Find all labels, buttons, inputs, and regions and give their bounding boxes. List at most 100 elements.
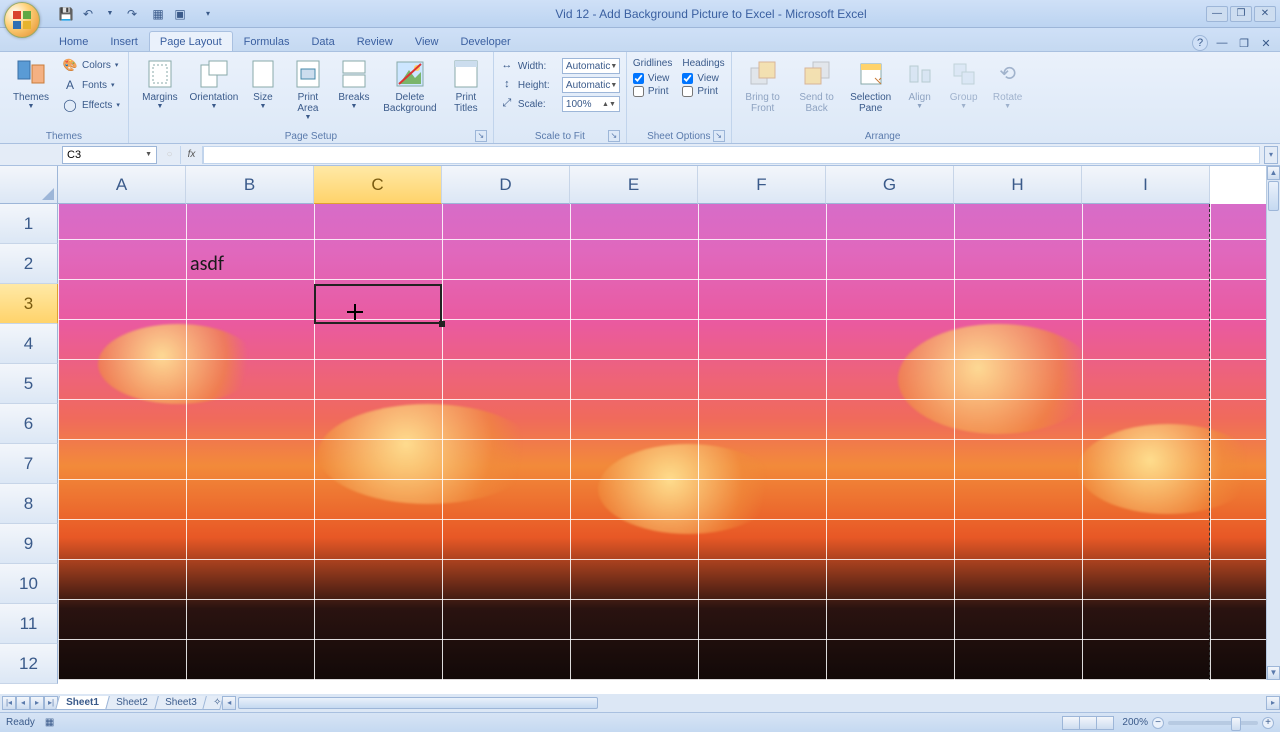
scroll-right-button[interactable]: ▸ xyxy=(1266,696,1280,710)
size-button[interactable]: Size▼ xyxy=(243,54,283,111)
formula-bar-expand[interactable]: ▾ xyxy=(1264,146,1278,164)
office-button[interactable] xyxy=(0,0,44,28)
cell-B2[interactable]: asdf xyxy=(190,252,224,276)
row-header-12[interactable]: 12 xyxy=(0,644,58,684)
row-header-5[interactable]: 5 xyxy=(0,364,58,404)
tab-page-layout[interactable]: Page Layout xyxy=(149,31,233,51)
column-header-B[interactable]: B xyxy=(186,166,314,204)
headings-print-checkbox[interactable]: Print xyxy=(682,86,724,97)
qat-custom2-icon[interactable]: ▣ xyxy=(172,6,188,22)
delete-background-button[interactable]: Delete Background xyxy=(379,54,441,114)
tab-data[interactable]: Data xyxy=(300,31,345,51)
cancel-icon[interactable]: ○ xyxy=(159,146,181,164)
themes-button[interactable]: Themes ▼ xyxy=(6,54,56,111)
hscroll-thumb[interactable] xyxy=(238,697,598,709)
scroll-down-button[interactable]: ▼ xyxy=(1267,666,1280,680)
scroll-left-button[interactable]: ◂ xyxy=(222,696,236,710)
undo-menu-icon[interactable]: ▼ xyxy=(102,6,118,22)
qat-custom1-icon[interactable]: ▦ xyxy=(150,6,166,22)
vscroll-thumb[interactable] xyxy=(1268,181,1279,211)
page-break-view-button[interactable] xyxy=(1096,716,1114,730)
column-header-D[interactable]: D xyxy=(442,166,570,204)
sheet-tab-1[interactable]: Sheet1 xyxy=(55,696,110,710)
row-header-1[interactable]: 1 xyxy=(0,204,58,244)
redo-icon[interactable]: ↷ xyxy=(124,6,140,22)
ribbon-restore-button[interactable]: ❐ xyxy=(1236,35,1252,51)
margins-button[interactable]: Margins▼ xyxy=(135,54,185,111)
orientation-button[interactable]: Orientation▼ xyxy=(189,54,239,111)
scroll-up-button[interactable]: ▲ xyxy=(1267,166,1280,180)
scale-launcher[interactable]: ↘ xyxy=(608,130,620,142)
row-header-4[interactable]: 4 xyxy=(0,324,58,364)
tab-developer[interactable]: Developer xyxy=(449,31,521,51)
vertical-scrollbar[interactable]: ▲ ▼ xyxy=(1266,166,1280,680)
horizontal-scrollbar[interactable]: ◂ ▸ xyxy=(222,696,1280,710)
row-header-3[interactable]: 3 xyxy=(0,284,58,324)
page-layout-view-button[interactable] xyxy=(1079,716,1097,730)
tab-nav-prev[interactable]: ◂ xyxy=(16,696,30,710)
help-button[interactable]: ? xyxy=(1192,35,1208,51)
sheet-tab-3[interactable]: Sheet3 xyxy=(154,696,207,710)
row-header-6[interactable]: 6 xyxy=(0,404,58,444)
headings-view-checkbox[interactable]: View xyxy=(682,73,724,84)
new-sheet-button[interactable]: ✧ xyxy=(202,696,224,710)
zoom-level[interactable]: 200% xyxy=(1122,717,1148,728)
maximize-button[interactable]: ❐ xyxy=(1230,6,1252,22)
fill-handle[interactable] xyxy=(439,321,445,327)
row-header-7[interactable]: 7 xyxy=(0,444,58,484)
width-field[interactable]: Automatic▼ xyxy=(562,58,620,74)
effects-button[interactable]: ◯Effects ▾ xyxy=(60,96,122,114)
fonts-button[interactable]: AFonts ▾ xyxy=(60,76,122,94)
column-header-H[interactable]: H xyxy=(954,166,1082,204)
column-header-A[interactable]: A xyxy=(58,166,186,204)
ribbon-close-button[interactable]: ✕ xyxy=(1258,35,1274,51)
name-box[interactable]: C3▼ xyxy=(62,146,157,164)
qat-customize-icon[interactable]: ▾ xyxy=(200,6,216,22)
tab-home[interactable]: Home xyxy=(48,31,99,51)
sheet-options-launcher[interactable]: ↘ xyxy=(713,130,725,142)
undo-icon[interactable]: ↶ xyxy=(80,6,96,22)
height-field[interactable]: Automatic▼ xyxy=(562,77,620,93)
normal-view-button[interactable] xyxy=(1062,716,1080,730)
zoom-out-button[interactable]: − xyxy=(1152,717,1164,729)
close-button[interactable]: ✕ xyxy=(1254,6,1276,22)
row-header-9[interactable]: 9 xyxy=(0,524,58,564)
tab-view[interactable]: View xyxy=(404,31,450,51)
print-titles-button[interactable]: Print Titles xyxy=(445,54,487,114)
row-header-8[interactable]: 8 xyxy=(0,484,58,524)
column-header-F[interactable]: F xyxy=(698,166,826,204)
breaks-button[interactable]: Breaks▼ xyxy=(333,54,375,111)
gridlines-print-checkbox[interactable]: Print xyxy=(633,86,672,97)
selection-pane-button[interactable]: Selection Pane xyxy=(846,54,896,114)
zoom-in-button[interactable]: + xyxy=(1262,717,1274,729)
print-area-button[interactable]: Print Area▼ xyxy=(287,54,329,122)
tab-formulas[interactable]: Formulas xyxy=(233,31,301,51)
minimize-button[interactable]: — xyxy=(1206,6,1228,22)
selection-pane-icon xyxy=(855,58,887,90)
gridlines-view-checkbox[interactable]: View xyxy=(633,73,672,84)
tab-nav-next[interactable]: ▸ xyxy=(30,696,44,710)
zoom-slider[interactable] xyxy=(1168,721,1258,725)
colors-button[interactable]: 🎨Colors ▾ xyxy=(60,56,122,74)
row-header-10[interactable]: 10 xyxy=(0,564,58,604)
fx-button[interactable]: fx xyxy=(181,146,203,164)
column-header-C[interactable]: C xyxy=(314,166,442,204)
column-header-I[interactable]: I xyxy=(1082,166,1210,204)
tab-review[interactable]: Review xyxy=(346,31,404,51)
row-header-11[interactable]: 11 xyxy=(0,604,58,644)
macro-record-icon[interactable]: ▦ xyxy=(45,717,54,728)
rotate-button: ⟲Rotate▼ xyxy=(988,54,1028,111)
save-icon[interactable]: 💾 xyxy=(58,6,74,22)
page-setup-launcher[interactable]: ↘ xyxy=(475,130,487,142)
scale-field[interactable]: 100%▲▼ xyxy=(562,96,620,112)
sheet-tab-2[interactable]: Sheet2 xyxy=(105,696,158,710)
column-header-G[interactable]: G xyxy=(826,166,954,204)
row-header-2[interactable]: 2 xyxy=(0,244,58,284)
column-header-E[interactable]: E xyxy=(570,166,698,204)
ribbon-minimize-button[interactable]: — xyxy=(1214,35,1230,51)
formula-input[interactable] xyxy=(203,146,1260,164)
tab-nav-first[interactable]: |◂ xyxy=(2,696,16,710)
cells-area[interactable]: asdf xyxy=(58,204,1266,680)
select-all-button[interactable] xyxy=(0,166,58,204)
tab-insert[interactable]: Insert xyxy=(99,31,149,51)
